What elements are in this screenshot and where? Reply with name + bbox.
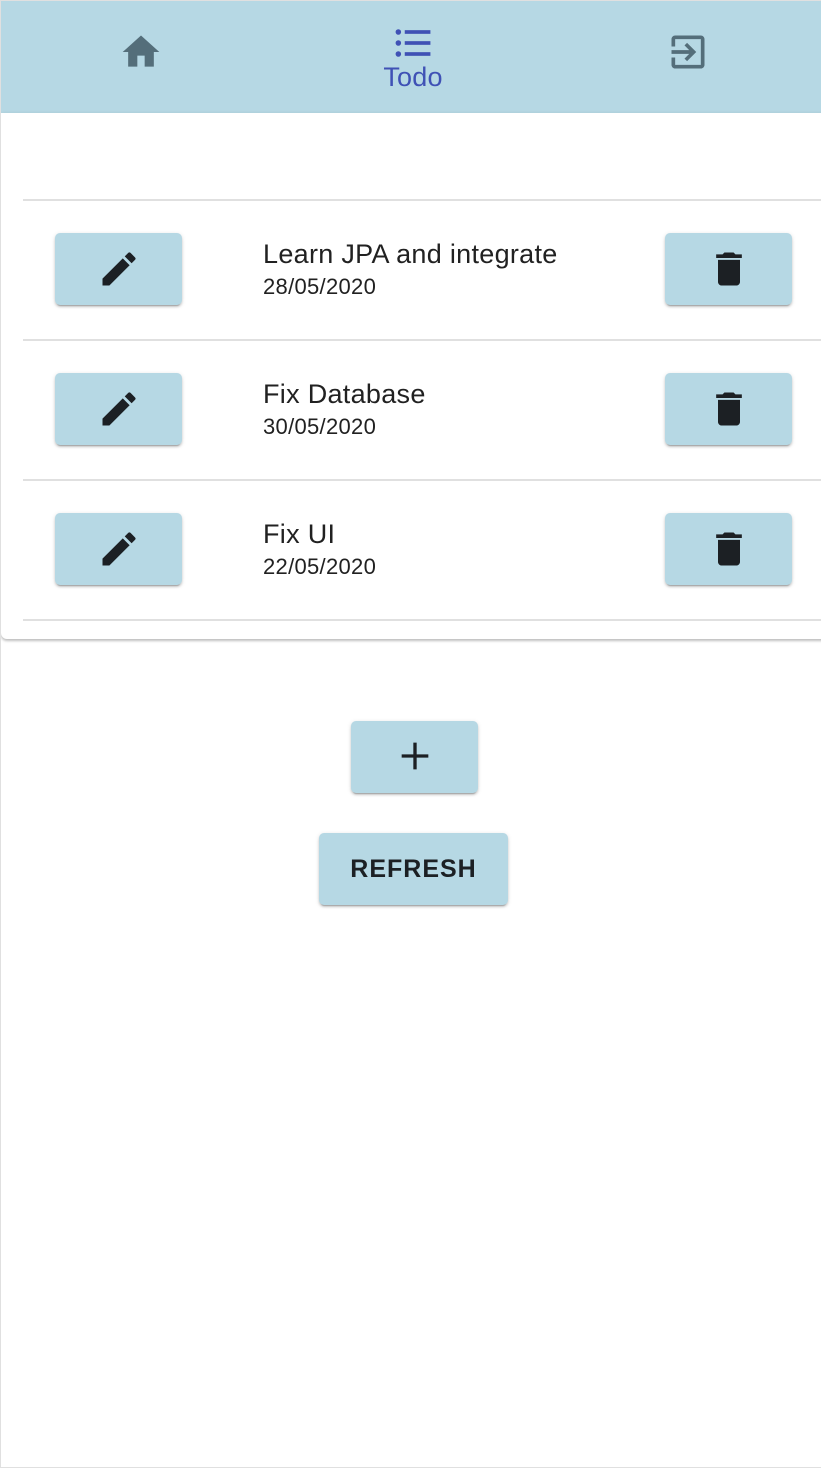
- todo-text: Fix Database 30/05/2020: [263, 376, 426, 442]
- todo-date: 28/05/2020: [263, 274, 377, 299]
- todo-row: Fix Database 30/05/2020: [23, 341, 821, 481]
- refresh-button[interactable]: REFRESH: [319, 833, 508, 905]
- list-icon: [395, 29, 431, 57]
- todo-date: 22/05/2020: [263, 554, 377, 579]
- todo-title: Fix UI: [263, 519, 336, 549]
- pencil-icon: [97, 387, 141, 431]
- navigation-bar: Todo: [1, 1, 821, 113]
- home-icon: [122, 35, 160, 67]
- plus-icon: [395, 736, 435, 779]
- trash-icon: [707, 247, 751, 291]
- todo-title: Learn JPA and integrate: [263, 239, 558, 269]
- pencil-icon: [97, 247, 141, 291]
- todo-text: Fix UI 22/05/2020: [263, 516, 376, 582]
- todo-app: Todo Learn JPA and integrate 28/05/2020: [0, 0, 821, 1468]
- add-todo-button[interactable]: [351, 721, 478, 793]
- todo-row: Learn JPA and integrate 28/05/2020: [23, 201, 821, 341]
- todo-title: Fix Database: [263, 379, 426, 409]
- edit-button[interactable]: [55, 513, 182, 585]
- edit-button[interactable]: [55, 233, 182, 305]
- delete-button[interactable]: [665, 233, 792, 305]
- todo-list: Learn JPA and integrate 28/05/2020 Fix D…: [23, 199, 821, 621]
- nav-label-todo: Todo: [383, 62, 443, 92]
- todo-date: 30/05/2020: [263, 414, 377, 439]
- todo-row: Fix UI 22/05/2020: [23, 481, 821, 621]
- todo-list-card: Learn JPA and integrate 28/05/2020 Fix D…: [1, 113, 821, 639]
- delete-button[interactable]: [665, 373, 792, 445]
- nav-item-todo[interactable]: Todo: [343, 1, 483, 113]
- delete-button[interactable]: [665, 513, 792, 585]
- pencil-icon: [97, 527, 141, 571]
- trash-icon: [707, 527, 751, 571]
- edit-button[interactable]: [55, 373, 182, 445]
- trash-icon: [707, 387, 751, 431]
- todo-text: Learn JPA and integrate 28/05/2020: [263, 236, 558, 302]
- nav-item-home[interactable]: [71, 1, 211, 113]
- nav-item-exit[interactable]: [618, 1, 758, 113]
- exit-icon: [671, 35, 705, 69]
